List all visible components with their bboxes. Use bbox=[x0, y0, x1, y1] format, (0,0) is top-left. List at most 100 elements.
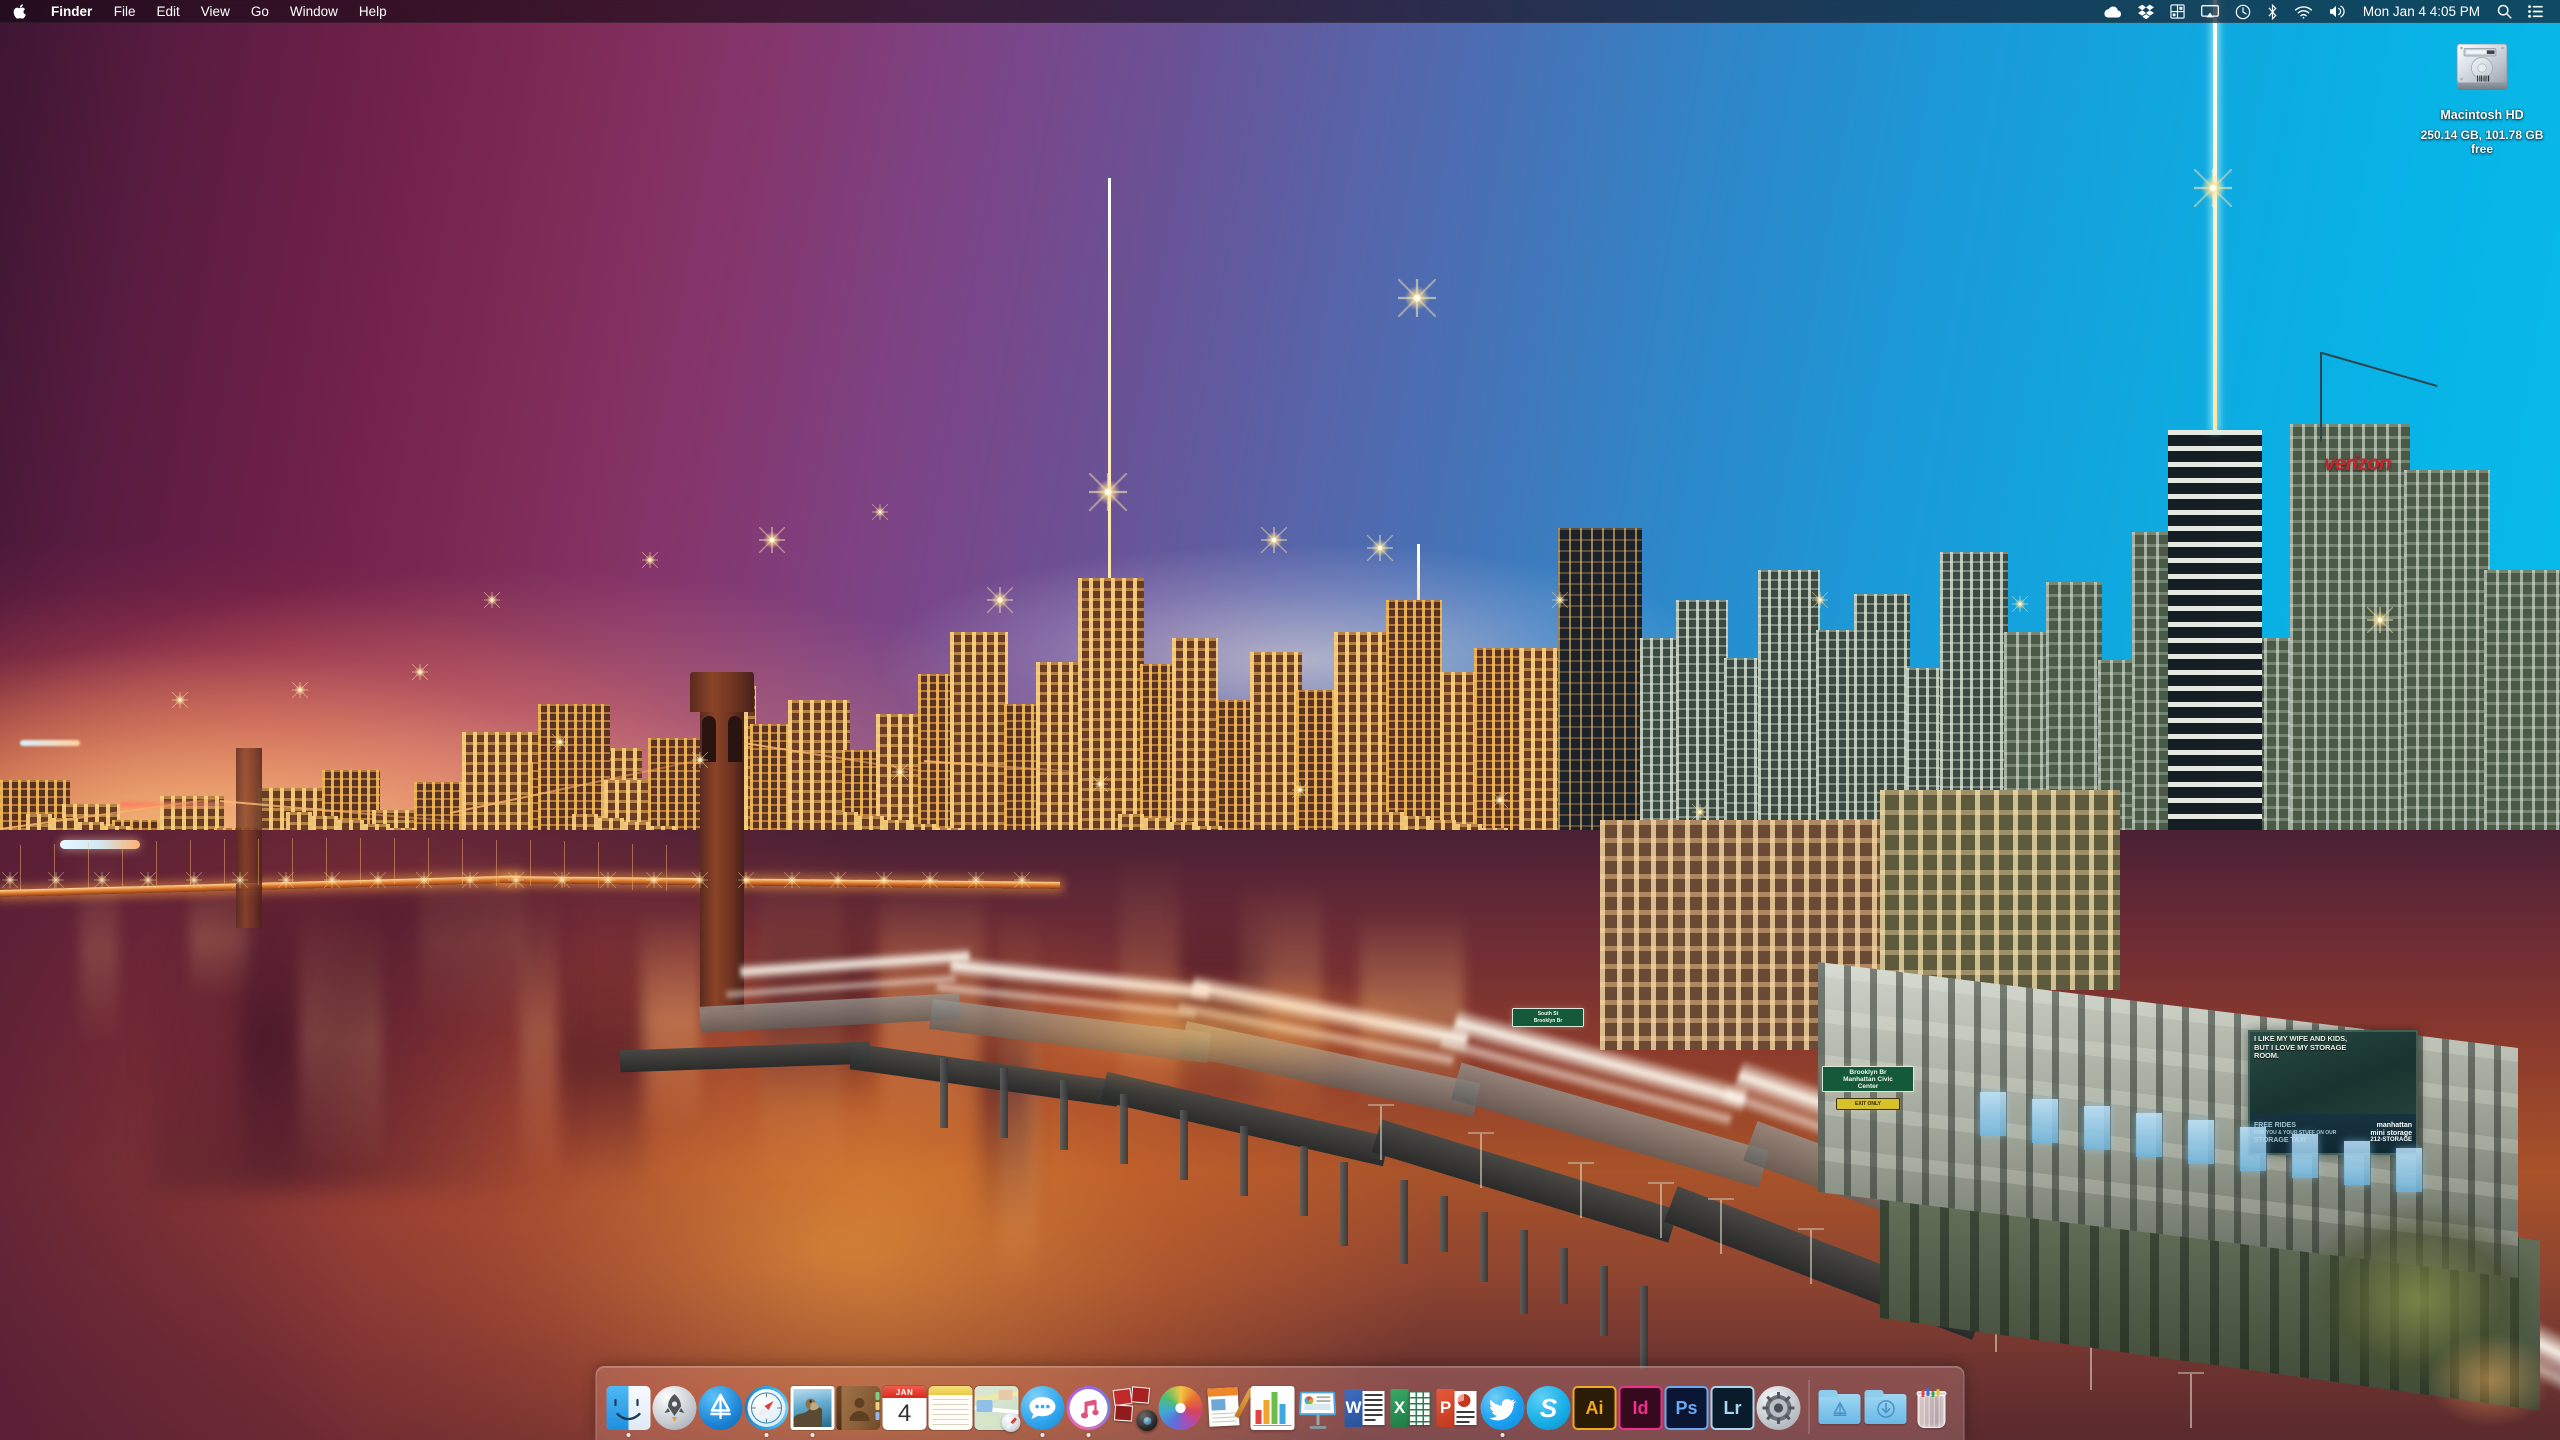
numbers-icon[interactable] bbox=[1250, 1386, 1295, 1430]
road-sign-upper: South St Brooklyn Br bbox=[1512, 1008, 1584, 1027]
photos-icon[interactable] bbox=[1158, 1386, 1203, 1430]
dock-running-indicator bbox=[1086, 1433, 1091, 1437]
desktop-wallpaper[interactable]: verizon I LIKE MY WIFE AND KIDS, BUT I L… bbox=[0, 0, 2560, 1440]
powerpoint-icon[interactable]: P bbox=[1435, 1386, 1479, 1430]
volume-icon[interactable] bbox=[2321, 4, 2354, 19]
dock-running-indicator bbox=[1040, 1433, 1045, 1437]
menu-item-view[interactable]: View bbox=[190, 0, 240, 23]
dock-item-photos[interactable] bbox=[1158, 1376, 1204, 1440]
photo-booth-icon[interactable] bbox=[1112, 1386, 1158, 1431]
dock-item-numbers[interactable] bbox=[1250, 1376, 1296, 1440]
dock-item-contacts[interactable] bbox=[836, 1376, 882, 1440]
dock-item-trash[interactable] bbox=[1909, 1376, 1955, 1440]
dock-item-itunes[interactable] bbox=[1066, 1376, 1112, 1440]
illustrator-icon[interactable]: Ai bbox=[1572, 1386, 1617, 1430]
billboard-brand: manhattan mini storage 212-STORAGE bbox=[2370, 1122, 2412, 1145]
safari-icon[interactable] bbox=[744, 1386, 789, 1430]
lightroom-icon[interactable]: Lr bbox=[1710, 1386, 1755, 1430]
dock-running-indicator bbox=[626, 1433, 631, 1437]
dock-item-twitter[interactable] bbox=[1480, 1376, 1526, 1440]
menu-item-go[interactable]: Go bbox=[240, 0, 279, 23]
notes-icon[interactable] bbox=[928, 1386, 973, 1430]
keynote-icon[interactable] bbox=[1297, 1386, 1341, 1430]
billboard-brand-line1: manhattan bbox=[2376, 1122, 2412, 1130]
trash-icon[interactable] bbox=[1910, 1386, 1954, 1430]
menu-bar[interactable]: Finder File Edit View Go Window Help Mon… bbox=[0, 0, 2560, 23]
contacts-icon[interactable] bbox=[836, 1386, 881, 1430]
menu-app-name[interactable]: Finder bbox=[40, 0, 103, 23]
dock-item-finder[interactable] bbox=[606, 1376, 652, 1440]
road-sign-brooklyn-bridge: Brooklyn Br Manhattan Civic Center bbox=[1822, 1066, 1914, 1092]
photoshop-icon[interactable]: Ps bbox=[1664, 1386, 1709, 1430]
menu-item-help[interactable]: Help bbox=[348, 0, 397, 23]
menu-item-file[interactable]: File bbox=[103, 0, 146, 23]
dropbox-icon[interactable] bbox=[2130, 4, 2162, 19]
twitter-icon[interactable] bbox=[1480, 1386, 1525, 1430]
road-sign-exit-only: EXIT ONLY bbox=[1836, 1098, 1900, 1110]
dock-item-pages[interactable] bbox=[1204, 1376, 1254, 1440]
desktop-icon-macintosh-hd[interactable]: Macintosh HD 250.14 GB, 101.78 GB free bbox=[2418, 32, 2546, 158]
finder-icon[interactable] bbox=[606, 1386, 651, 1430]
hard-drive-icon[interactable] bbox=[2418, 32, 2546, 104]
dock-item-adobe-lightroom[interactable]: Lr bbox=[1710, 1376, 1756, 1440]
billboard-brand-line2: mini storage bbox=[2370, 1129, 2412, 1137]
word-icon[interactable]: W bbox=[1343, 1386, 1387, 1430]
dock-item-adobe-illustrator[interactable]: Ai bbox=[1572, 1376, 1618, 1440]
notification-center-icon[interactable] bbox=[2520, 5, 2551, 18]
dock-item-launchpad[interactable] bbox=[652, 1376, 698, 1440]
dock-item-microsoft-powerpoint[interactable]: P bbox=[1434, 1376, 1480, 1440]
desktop-icon-subtitle: 250.14 GB, 101.78 GB free bbox=[2420, 128, 2544, 156]
menu-item-window[interactable]: Window bbox=[279, 0, 348, 23]
dock-item-keynote[interactable] bbox=[1296, 1376, 1342, 1440]
dock-item-app-store[interactable] bbox=[698, 1376, 744, 1440]
dock-item-maps[interactable] bbox=[974, 1376, 1021, 1440]
verizon-building-logo: verizon bbox=[2324, 452, 2392, 475]
cloud-icon[interactable] bbox=[2095, 5, 2130, 19]
dock-item-microsoft-excel[interactable]: X bbox=[1388, 1376, 1434, 1440]
search-icon[interactable] bbox=[2489, 4, 2520, 19]
dock-item-photo-booth[interactable] bbox=[1112, 1376, 1158, 1440]
dock-item-adobe-indesign[interactable]: Id bbox=[1618, 1376, 1664, 1440]
dock-item-mail[interactable] bbox=[790, 1376, 836, 1440]
skype-icon[interactable]: S bbox=[1526, 1386, 1571, 1430]
itunes-icon[interactable] bbox=[1066, 1386, 1111, 1430]
dock-item-skype[interactable]: S bbox=[1526, 1376, 1572, 1440]
dock-item-applications[interactable] bbox=[1817, 1376, 1863, 1440]
dock-running-indicator bbox=[810, 1433, 815, 1437]
launchpad-icon[interactable] bbox=[652, 1386, 697, 1430]
maps-icon[interactable] bbox=[974, 1386, 1021, 1432]
dock-item-messages[interactable] bbox=[1020, 1376, 1066, 1440]
excel-icon[interactable]: X bbox=[1389, 1386, 1433, 1430]
menu-bar-clock[interactable]: Mon Jan 4 4:05 PM bbox=[2354, 4, 2489, 19]
airplay-icon[interactable] bbox=[2193, 4, 2227, 19]
pages-icon[interactable] bbox=[1205, 1386, 1254, 1430]
extension-grid-icon[interactable] bbox=[2162, 4, 2193, 19]
billboard: I LIKE MY WIFE AND KIDS, BUT I LOVE MY S… bbox=[2248, 1030, 2418, 1155]
indesign-icon[interactable]: Id bbox=[1618, 1386, 1663, 1430]
dock-item-microsoft-word[interactable]: W bbox=[1342, 1376, 1388, 1440]
dock-item-safari[interactable] bbox=[744, 1376, 790, 1440]
dock-running-indicator bbox=[1500, 1433, 1505, 1437]
dock-item-downloads[interactable] bbox=[1863, 1376, 1909, 1440]
dock-item-notes[interactable] bbox=[928, 1376, 974, 1440]
applications-folder-icon[interactable] bbox=[1818, 1386, 1862, 1430]
dock-item-calendar[interactable]: JAN 4 bbox=[882, 1376, 928, 1440]
mail-icon[interactable] bbox=[790, 1386, 835, 1430]
desktop-icon-label: Macintosh HD bbox=[2440, 108, 2524, 122]
system-preferences-icon[interactable] bbox=[1756, 1386, 1801, 1430]
bluetooth-icon[interactable] bbox=[2259, 3, 2286, 20]
dock-item-adobe-photoshop[interactable]: Ps bbox=[1664, 1376, 1710, 1440]
billboard-promo-bar: FREE RIDES FOR YOU & YOUR STUFF ON OUR S… bbox=[2250, 1114, 2416, 1153]
dock-item-system-preferences[interactable] bbox=[1756, 1376, 1802, 1440]
downloads-folder-icon[interactable] bbox=[1864, 1386, 1908, 1430]
wifi-icon[interactable] bbox=[2286, 5, 2321, 19]
dock[interactable]: JAN 4 W X P S Ai Id Ps Lr bbox=[595, 1366, 1965, 1440]
apple-logo-icon[interactable] bbox=[0, 3, 40, 20]
dock-running-indicator bbox=[764, 1433, 769, 1437]
menu-item-edit[interactable]: Edit bbox=[146, 0, 190, 23]
calendar-icon[interactable]: JAN 4 bbox=[882, 1386, 927, 1430]
time-machine-icon[interactable] bbox=[2227, 4, 2259, 20]
billboard-headline: I LIKE MY WIFE AND KIDS, BUT I LOVE MY S… bbox=[2254, 1034, 2348, 1060]
app-store-icon[interactable] bbox=[698, 1386, 743, 1430]
messages-icon[interactable] bbox=[1020, 1386, 1065, 1430]
